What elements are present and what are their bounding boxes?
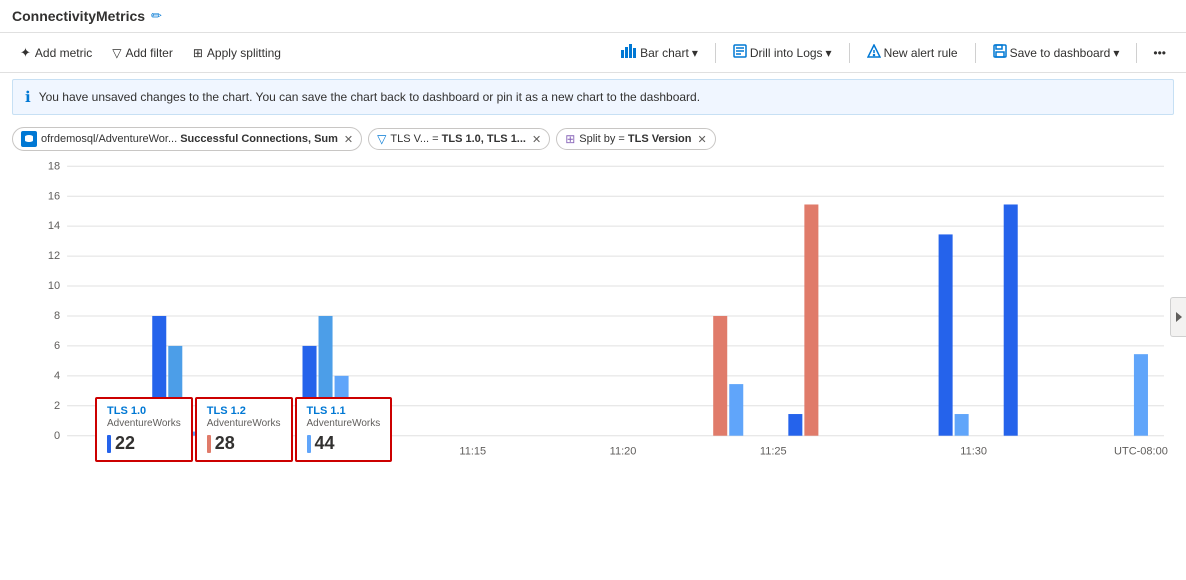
tooltip-tls10-colorbar [107, 435, 111, 453]
info-icon: ℹ [25, 88, 31, 106]
info-banner: ℹ You have unsaved changes to the chart.… [12, 79, 1174, 115]
bar-chart-button[interactable]: Bar chart ▾ [612, 39, 707, 66]
drill-chevron: ▾ [826, 46, 832, 60]
separator-2 [849, 43, 850, 63]
tooltip-card-tls10: TLS 1.0 AdventureWorks 22 [95, 397, 193, 462]
add-metric-button[interactable]: ✦ Add metric [12, 41, 100, 65]
svg-text:4: 4 [54, 370, 60, 382]
bar-chart-icon [621, 44, 637, 61]
bar-1125a-tls12 [713, 316, 727, 436]
save-chevron: ▾ [1113, 46, 1119, 60]
svg-text:2: 2 [54, 400, 60, 412]
tooltip-tls10-value: 22 [115, 433, 135, 454]
svg-text:11:15: 11:15 [459, 445, 486, 457]
drill-into-logs-label: Drill into Logs [750, 46, 823, 60]
bar-1125b-tls10 [788, 414, 802, 436]
svg-text:18: 18 [48, 160, 60, 172]
bar-1130a-tls11 [955, 414, 969, 436]
toolbar-left: ✦ Add metric ▽ Add filter ⊞ Apply splitt… [12, 41, 608, 65]
bar-1125a-tls11 [729, 384, 743, 436]
new-alert-rule-button[interactable]: New alert rule [858, 39, 967, 66]
tls-filter-text: TLS V... = TLS 1.0, TLS 1... [390, 133, 526, 145]
separator-4 [1136, 43, 1137, 63]
chart-area: 0 2 4 6 8 10 12 14 16 18 [0, 157, 1186, 477]
filter-row: ofrdemosql/AdventureWor... Successful Co… [0, 121, 1186, 157]
add-metric-label: Add metric [35, 46, 92, 60]
db-icon [21, 131, 37, 147]
tooltip-tls12-colorbar [207, 435, 211, 453]
split-text: Split by = TLS Version [579, 133, 691, 145]
tooltip-tls11-colorbar [307, 435, 311, 453]
svg-text:14: 14 [48, 220, 60, 232]
more-options-button[interactable]: ••• [1145, 42, 1174, 64]
header: ConnectivityMetrics ✏ [0, 0, 1186, 33]
apply-splitting-button[interactable]: ⊞ Apply splitting [185, 42, 289, 64]
tooltip-tls12-value: 28 [215, 433, 235, 454]
tooltip-tls12-label: TLS 1.2 [207, 405, 281, 417]
svg-text:6: 6 [54, 340, 60, 352]
svg-text:11:30: 11:30 [960, 445, 987, 457]
bar-1130b-tls10 [1004, 204, 1018, 435]
svg-text:11:25: 11:25 [760, 445, 787, 457]
edit-icon[interactable]: ✏ [151, 8, 162, 24]
expand-panel-button[interactable] [1170, 297, 1186, 337]
metric-pill-close[interactable]: ✕ [344, 133, 353, 146]
tls-filter-close[interactable]: ✕ [532, 133, 541, 146]
new-alert-rule-label: New alert rule [884, 46, 958, 60]
tls-filter-pill[interactable]: ▽ TLS V... = TLS 1.0, TLS 1... ✕ [368, 128, 550, 150]
svg-text:11:20: 11:20 [610, 445, 637, 457]
tooltip-tls11-label: TLS 1.1 [307, 405, 381, 417]
split-filter-pill[interactable]: ⊞ Split by = TLS Version ✕ [556, 128, 715, 150]
svg-text:8: 8 [54, 310, 60, 322]
svg-text:16: 16 [48, 190, 60, 202]
separator-1 [715, 43, 716, 63]
drill-into-logs-button[interactable]: Drill into Logs ▾ [724, 39, 841, 66]
add-filter-label: Add filter [126, 46, 173, 60]
svg-text:10: 10 [48, 280, 60, 292]
tooltip-box: TLS 1.0 AdventureWorks 22 TLS 1.2 Advent… [95, 397, 392, 462]
tooltip-tls12-db: AdventureWorks [207, 418, 281, 429]
bar-1125b-tls12 [804, 204, 818, 435]
tooltip-tls11-db: AdventureWorks [307, 418, 381, 429]
split-icon: ⊞ [193, 46, 203, 60]
tooltip-card-tls11: TLS 1.1 AdventureWorks 44 [295, 397, 393, 462]
funnel-icon: ▽ [112, 46, 121, 60]
bar-utc-tls11 [1134, 354, 1148, 436]
toolbar-right: Bar chart ▾ Drill into Logs ▾ New alert … [612, 39, 1174, 66]
toolbar: ✦ Add metric ▽ Add filter ⊞ Apply splitt… [0, 33, 1186, 73]
tooltip-tls10-label: TLS 1.0 [107, 405, 181, 417]
ellipsis-icon: ••• [1153, 46, 1166, 60]
svg-text:12: 12 [48, 250, 60, 262]
add-filter-button[interactable]: ▽ Add filter [104, 42, 181, 64]
bar-chart-label: Bar chart [640, 46, 689, 60]
alert-icon [867, 44, 881, 61]
separator-3 [975, 43, 976, 63]
split-by-icon: ⊞ [565, 132, 575, 146]
tooltip-card-tls12: TLS 1.2 AdventureWorks 28 [195, 397, 293, 462]
metric-filter-pill[interactable]: ofrdemosql/AdventureWor... Successful Co… [12, 127, 362, 151]
split-filter-close[interactable]: ✕ [697, 133, 706, 146]
tooltip-tls11-value: 44 [315, 433, 335, 454]
bar-chart-chevron: ▾ [692, 46, 698, 60]
svg-text:UTC-08:00: UTC-08:00 [1114, 445, 1168, 457]
save-to-dashboard-button[interactable]: Save to dashboard ▾ [984, 39, 1129, 66]
metric-pill-text: ofrdemosql/AdventureWor... Successful Co… [41, 133, 338, 145]
filter-funnel-icon: ▽ [377, 132, 386, 146]
plus-cross-icon: ✦ [20, 45, 31, 61]
apply-splitting-label: Apply splitting [207, 46, 281, 60]
page-title: ConnectivityMetrics [12, 8, 145, 24]
svg-text:0: 0 [54, 430, 60, 442]
info-message: You have unsaved changes to the chart. Y… [39, 90, 700, 104]
logs-icon [733, 44, 747, 61]
tooltip-tls10-db: AdventureWorks [107, 418, 181, 429]
bar-1130a-tls10 [939, 234, 953, 435]
save-icon [993, 44, 1007, 61]
save-to-dashboard-label: Save to dashboard [1010, 46, 1111, 60]
